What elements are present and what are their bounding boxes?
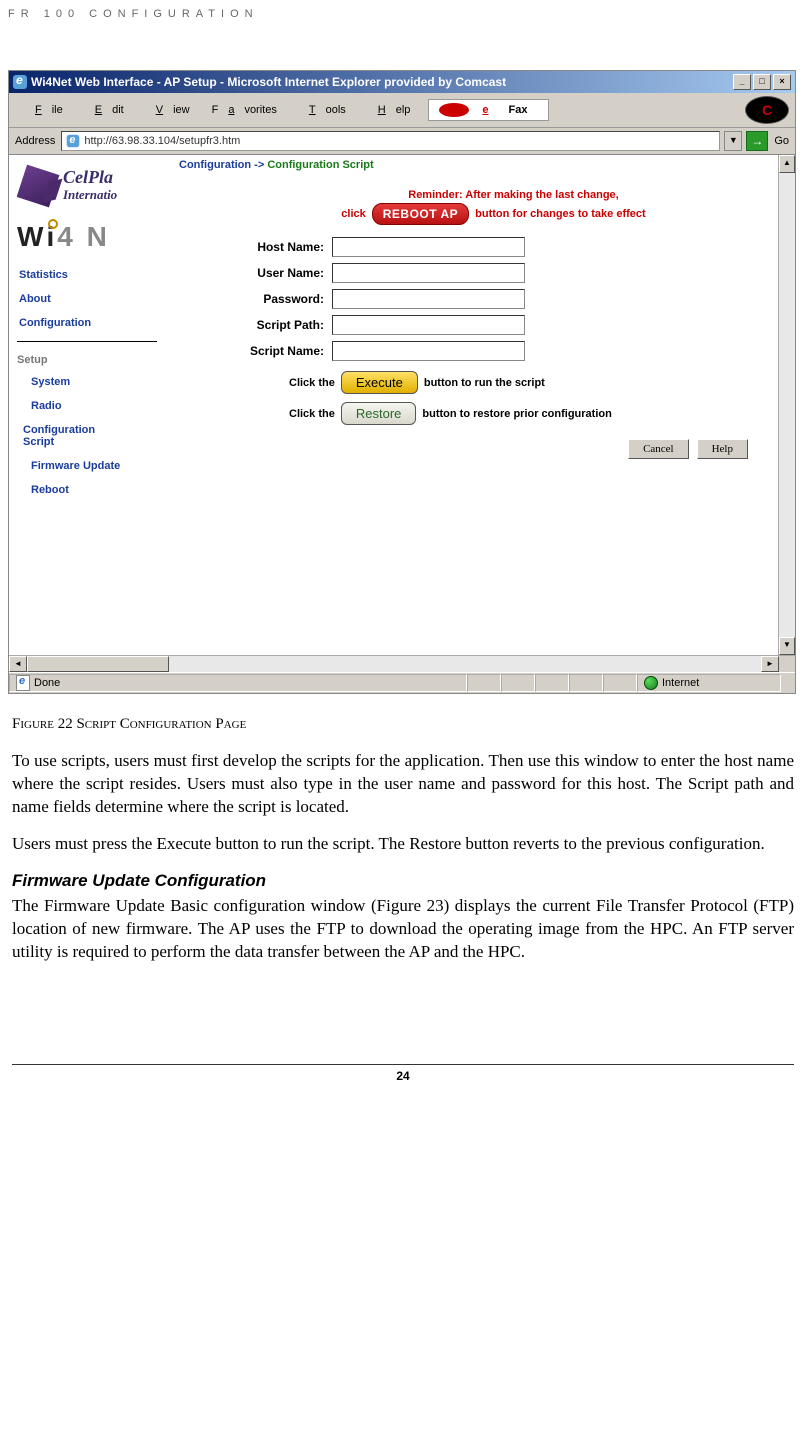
address-label: Address xyxy=(15,135,57,147)
menu-favorites[interactable]: Favorites xyxy=(202,102,287,118)
maximize-button[interactable]: □ xyxy=(753,74,771,90)
scroll-thumb[interactable] xyxy=(27,656,169,672)
globe-icon xyxy=(644,676,658,690)
menu-edit[interactable]: Edit xyxy=(75,102,134,118)
restore-row: Click the Restore button to restore prio… xyxy=(179,402,768,425)
menu-file[interactable]: File xyxy=(15,102,73,118)
script-path-input[interactable] xyxy=(332,315,525,335)
menu-bar: File Edit View Favorites Tools Help eFax… xyxy=(9,93,795,128)
go-button[interactable]: → xyxy=(746,131,768,151)
nav-radio[interactable]: Radio xyxy=(17,394,175,418)
minimize-button[interactable]: _ xyxy=(733,74,751,90)
address-input-wrap[interactable]: http://63.98.33.104/setupfr3.htm xyxy=(61,131,720,151)
efax-button[interactable]: eFax xyxy=(428,99,548,121)
main-panel: Configuration -> Configuration Script Re… xyxy=(175,155,778,655)
execute-row: Click the Execute button to run the scri… xyxy=(179,371,768,394)
page-number: 24 xyxy=(12,1064,794,1083)
page-icon xyxy=(67,135,80,148)
comcast-badge-icon: C xyxy=(745,96,789,124)
breadcrumb: Configuration -> Configuration Script xyxy=(179,159,768,189)
reminder-line1: Reminder: After making the last change, xyxy=(179,189,768,201)
scroll-left-icon[interactable]: ◄ xyxy=(9,656,27,672)
document-body: Figure 22 Script Configuration Page To u… xyxy=(0,714,806,964)
nav-setup[interactable]: Setup xyxy=(17,350,175,370)
horizontal-scrollbar[interactable]: ◄ ► xyxy=(9,655,795,672)
address-bar: Address http://63.98.33.104/setupfr3.htm… xyxy=(9,128,795,155)
nav-configuration[interactable]: Configuration xyxy=(17,311,175,335)
script-name-label: Script Name: xyxy=(179,344,332,358)
nav-firmware[interactable]: Firmware Update xyxy=(17,454,175,478)
doc-paragraph-2: Users must press the Execute button to r… xyxy=(12,833,794,856)
cancel-button[interactable]: Cancel xyxy=(628,439,689,459)
wifi-icon xyxy=(46,221,57,253)
window-title: Wi4Net Web Interface - AP Setup - Micros… xyxy=(31,75,506,89)
menu-tools[interactable]: Tools xyxy=(289,102,356,118)
password-input[interactable] xyxy=(332,289,525,309)
celplan-cube-icon xyxy=(17,165,59,208)
zone-text: Internet xyxy=(662,677,699,689)
help-button[interactable]: Help xyxy=(697,439,748,459)
status-text: Done xyxy=(34,677,60,689)
restore-button[interactable]: Restore xyxy=(341,402,417,425)
nav-about[interactable]: About xyxy=(17,287,175,311)
scroll-down-icon[interactable]: ▼ xyxy=(779,637,795,655)
menu-view[interactable]: View xyxy=(136,102,200,118)
ie-icon xyxy=(13,75,27,89)
user-input[interactable] xyxy=(332,263,525,283)
nav-reboot[interactable]: Reboot xyxy=(17,478,175,502)
figure-caption: Figure 22 Script Configuration Page xyxy=(12,714,794,734)
logo-area: CelPla Internatio W4 N xyxy=(17,163,175,263)
doc-paragraph-3: The Firmware Update Basic configuration … xyxy=(12,895,794,964)
running-header: FR 100 CONFIGURATION xyxy=(0,0,806,20)
host-input[interactable] xyxy=(332,237,525,257)
script-path-label: Script Path: xyxy=(179,318,332,332)
celplan-text: CelPla xyxy=(63,167,113,188)
status-bar: Done Internet xyxy=(9,672,795,693)
document-icon xyxy=(16,675,30,691)
address-url: http://63.98.33.104/setupfr3.htm xyxy=(84,135,240,147)
section-heading: Firmware Update Configuration xyxy=(12,870,794,893)
sidebar: CelPla Internatio W4 N Statistics About … xyxy=(9,155,175,655)
nav-statistics[interactable]: Statistics xyxy=(17,263,175,287)
nav-config-script[interactable]: ConfigurationScript xyxy=(17,418,175,454)
close-button[interactable]: × xyxy=(773,74,791,90)
scroll-up-icon[interactable]: ▲ xyxy=(779,155,795,173)
nav-separator xyxy=(17,341,157,342)
wi4net-logo: W4 N xyxy=(17,221,110,253)
title-bar: Wi4Net Web Interface - AP Setup - Micros… xyxy=(9,71,795,93)
doc-paragraph-1: To use scripts, users must first develop… xyxy=(12,750,794,819)
reboot-ap-button[interactable]: REBOOT AP xyxy=(372,203,469,225)
user-label: User Name: xyxy=(179,266,332,280)
scroll-right-icon[interactable]: ► xyxy=(761,656,779,672)
vertical-scrollbar[interactable]: ▲ ▼ xyxy=(778,155,795,655)
go-label: Go xyxy=(772,135,789,147)
script-name-input[interactable] xyxy=(332,341,525,361)
nav-system[interactable]: System xyxy=(17,370,175,394)
password-label: Password: xyxy=(179,292,332,306)
reminder-line2: click REBOOT AP button for changes to ta… xyxy=(179,203,768,225)
address-dropdown[interactable]: ▼ xyxy=(724,131,742,151)
execute-button[interactable]: Execute xyxy=(341,371,418,394)
host-label: Host Name: xyxy=(179,240,332,254)
celplan-subtext: Internatio xyxy=(63,187,117,203)
browser-window: Wi4Net Web Interface - AP Setup - Micros… xyxy=(8,70,796,694)
efax-dot-icon xyxy=(439,103,469,117)
menu-help[interactable]: Help xyxy=(358,102,421,118)
